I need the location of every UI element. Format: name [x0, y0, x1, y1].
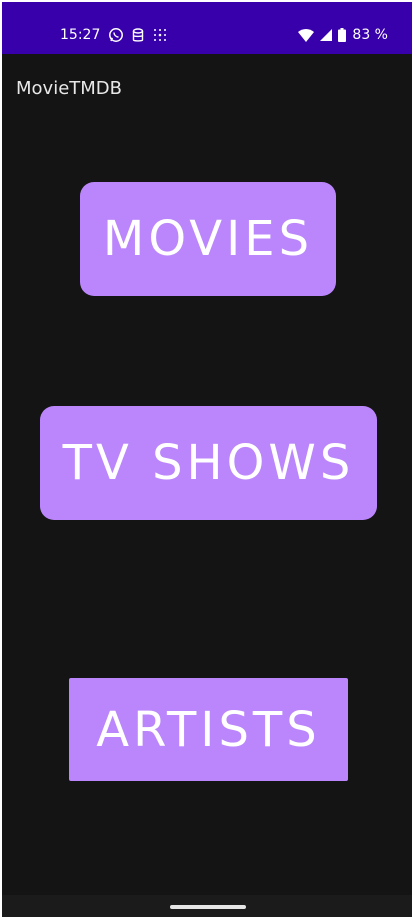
status-right: 83 % — [298, 26, 388, 44]
signal-icon — [320, 29, 333, 41]
app-title: MovieTMDB — [16, 78, 123, 99]
battery-percent: 83 % — [352, 27, 388, 43]
whatsapp-icon — [108, 27, 124, 43]
status-left: 15:27 — [60, 26, 168, 44]
app-screen: 15:27 83 % MovieTMDB MOVIES TV SHOWS ART… — [2, 2, 412, 917]
home-gesture-handle[interactable] — [170, 905, 246, 909]
status-bar: 15:27 83 % — [2, 2, 412, 54]
wifi-icon — [298, 28, 315, 42]
status-time: 15:27 — [60, 27, 101, 43]
database-icon — [132, 27, 144, 43]
battery-icon — [338, 28, 347, 42]
movies-button[interactable]: MOVIES — [80, 182, 336, 296]
tv-shows-button[interactable]: TV SHOWS — [40, 406, 377, 520]
artists-button[interactable]: ARTISTS — [69, 678, 348, 781]
dots-grid-icon — [152, 27, 168, 43]
navigation-bar — [2, 895, 412, 917]
